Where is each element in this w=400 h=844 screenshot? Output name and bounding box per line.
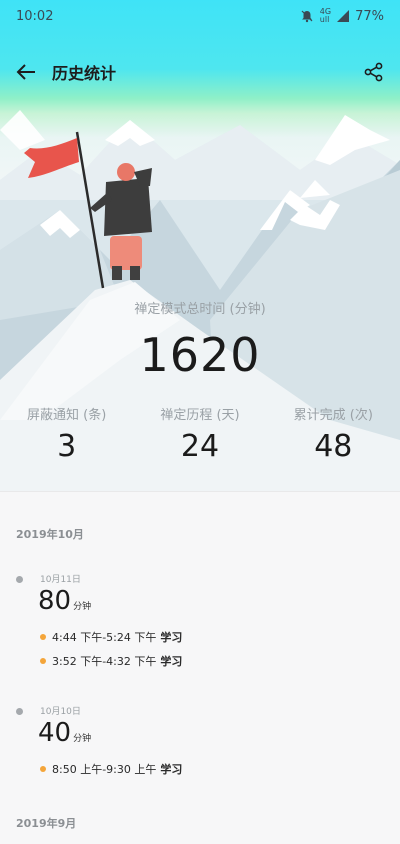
- minutes-unit: 分钟: [73, 602, 92, 612]
- session-item: 3:52 下午-4:32 下午 学习: [40, 653, 182, 669]
- timeline-dot: [16, 708, 23, 715]
- minutes-unit: 分钟: [73, 734, 92, 744]
- stat-zen-days: 禅定历程 (天) 24: [133, 404, 266, 464]
- session-dot: [40, 658, 46, 664]
- session-item: 4:44 下午-5:24 下午 学习: [40, 629, 182, 645]
- data-indicator: 4G ull: [319, 7, 332, 24]
- stat-label: 禅定历程 (天): [160, 408, 240, 423]
- page-title: 历史统计: [52, 64, 117, 83]
- arrow-left-icon: [16, 64, 35, 80]
- clock: 10:02: [16, 8, 54, 24]
- session-tag: 学习: [160, 763, 183, 776]
- share-icon: [364, 62, 383, 82]
- share-button[interactable]: [358, 56, 390, 88]
- session-time: 3:52 下午-4:32 下午: [52, 655, 157, 668]
- mute-bell-icon: [301, 10, 313, 23]
- stat-value: 24: [180, 429, 220, 464]
- back-button[interactable]: [0, 50, 52, 94]
- day-minutes: 40 分钟: [38, 718, 92, 748]
- session-tag: 学习: [160, 655, 183, 668]
- day-date: 10月10日: [40, 707, 81, 717]
- session-tag: 学习: [160, 631, 183, 644]
- session-dot: [40, 634, 46, 640]
- stats-row: 屏蔽通知 (条) 3 禅定历程 (天) 24 累计完成 (次) 48: [0, 404, 400, 464]
- stat-completed-count: 累计完成 (次) 48: [267, 404, 400, 464]
- day-date: 10月11日: [40, 575, 81, 585]
- signal-icon: [337, 10, 350, 22]
- stat-value: 3: [57, 429, 77, 464]
- stat-label: 累计完成 (次): [293, 408, 373, 423]
- month-header: 2019年10月: [16, 528, 84, 541]
- month-header: 2019年9月: [16, 817, 77, 830]
- stat-value: 48: [314, 429, 353, 464]
- session-time: 4:44 下午-5:24 下午: [52, 631, 157, 644]
- status-bar: 10:02 4G ull 77%: [0, 0, 400, 32]
- session-item: 8:50 上午-9:30 上午 学习: [40, 761, 182, 777]
- stat-label: 屏蔽通知 (条): [27, 408, 107, 423]
- session-time: 8:50 上午-9:30 上午: [52, 763, 157, 776]
- timeline-dot: [16, 576, 23, 583]
- session-dot: [40, 766, 46, 772]
- total-time-label: 禅定模式总时间 (分钟): [134, 302, 266, 317]
- divider: [0, 491, 400, 492]
- day-minutes: 80 分钟: [38, 586, 92, 616]
- stat-blocked-notifications: 屏蔽通知 (条) 3: [0, 404, 133, 464]
- app-bar: 历史统计: [0, 50, 400, 94]
- battery-level: 77%: [355, 8, 384, 24]
- total-time-value: 1620: [139, 328, 261, 382]
